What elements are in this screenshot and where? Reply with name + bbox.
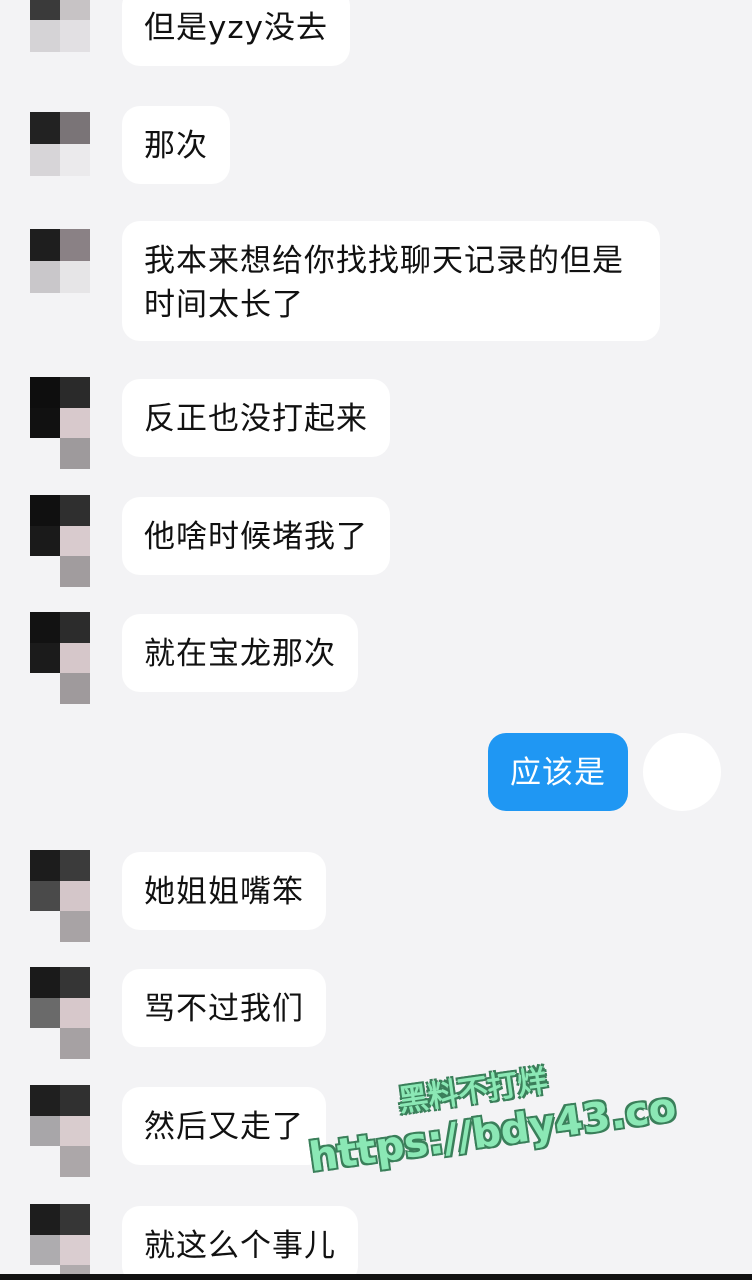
avatar[interactable] <box>30 112 90 176</box>
message-bubble[interactable]: 我本来想给你找找聊天记录的但是 时间太长了 <box>122 221 660 341</box>
message-bubble[interactable]: 他啥时候堵我了 <box>122 497 390 575</box>
bottom-edge <box>0 1274 752 1280</box>
watermark-title: 黑料不打烊 <box>396 1063 550 1120</box>
message-bubble[interactable]: 但是yzy没去 <box>122 0 350 66</box>
message-bubble[interactable]: 反正也没打起来 <box>122 379 390 457</box>
message-bubble-self[interactable]: 应该是 <box>488 733 628 811</box>
message-bubble[interactable]: 然后又走了 <box>122 1087 326 1165</box>
avatar[interactable] <box>643 733 721 811</box>
message-bubble[interactable]: 就这么个事儿 <box>122 1206 358 1280</box>
avatar[interactable] <box>30 967 90 1059</box>
avatar[interactable] <box>30 0 90 52</box>
message-bubble[interactable]: 骂不过我们 <box>122 969 326 1047</box>
message-bubble[interactable]: 就在宝龙那次 <box>122 614 358 692</box>
watermark-url: https://bdy43.co <box>306 1084 679 1182</box>
avatar[interactable] <box>30 229 90 293</box>
avatar[interactable] <box>30 1085 90 1177</box>
message-bubble[interactable]: 她姐姐嘴笨 <box>122 852 326 930</box>
avatar[interactable] <box>30 495 90 587</box>
avatar[interactable] <box>30 377 90 469</box>
avatar[interactable] <box>30 612 90 704</box>
message-bubble[interactable]: 那次 <box>122 106 230 184</box>
avatar[interactable] <box>30 850 90 942</box>
chat-conversation[interactable]: 但是yzy没去 那次 我本来想给你找找聊天记录的但是 时间太长了 反正也没打起来 <box>0 0 752 1280</box>
avatar[interactable] <box>30 1204 90 1280</box>
watermark: 黑料不打烊 https://bdy43.co <box>300 1032 729 1182</box>
